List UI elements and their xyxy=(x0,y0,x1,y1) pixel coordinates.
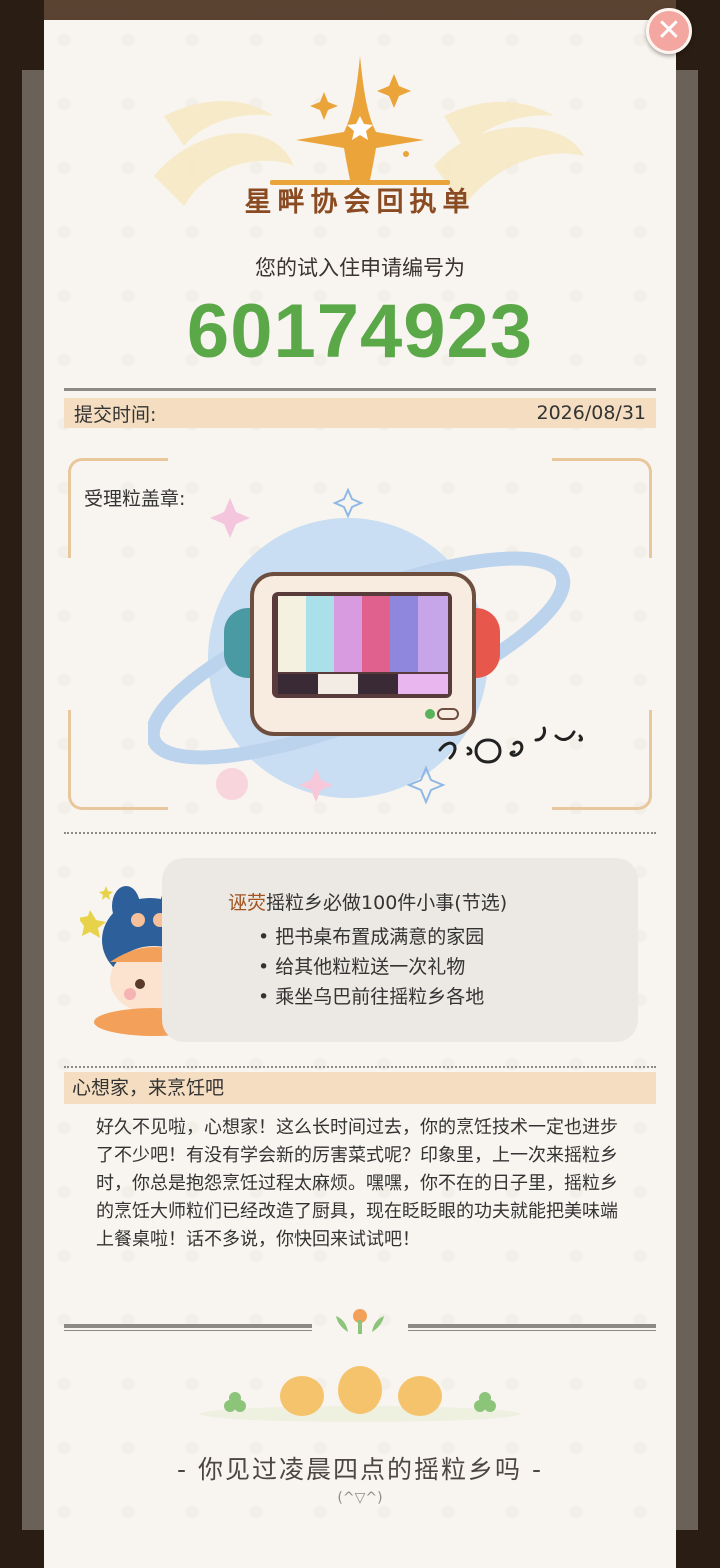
submit-time-value: 2026/08/31 xyxy=(536,402,646,424)
close-button[interactable]: ✕ xyxy=(646,8,692,54)
stamp-area: 受理粒盖章: xyxy=(68,458,652,810)
application-number: 60174923 xyxy=(186,289,534,374)
submit-time-row: 提交时间: 2026/08/31 xyxy=(64,398,656,428)
backdrop-wall-right xyxy=(676,70,698,1530)
tips-card: 诬荧摇粒乡必做100件小事(节选) • 把书桌布置成满意的家园 • 给其他粒粒送… xyxy=(162,858,638,1042)
receipt-paper: 星畔协会回执单 您的试入住申请编号为 60174923 提交时间: 2026/0… xyxy=(44,20,676,1568)
list-item: • 乘坐乌巴前往摇粒乡各地 xyxy=(258,986,485,1008)
list-item: • 给其他粒粒送一次礼物 xyxy=(258,956,466,978)
logo-title: 星畔协会回执单 xyxy=(244,187,476,218)
critters-icon xyxy=(280,1366,442,1416)
decorative-divider xyxy=(64,1309,656,1422)
footer-tagline: - 你见过凌晨四点的摇粒乡吗 - xyxy=(177,1455,543,1484)
tv-planet-stamp-icon xyxy=(148,487,583,805)
tips-list: • 把书桌布置成满意的家园 • 给其他粒粒送一次礼物 • 乘坐乌巴前往摇粒乡各地 xyxy=(258,922,484,1012)
application-subtitle: 您的试入住申请编号为 xyxy=(255,256,465,280)
dotted-divider xyxy=(64,1066,656,1068)
submit-time-label: 提交时间: xyxy=(74,403,157,426)
list-item: • 把书桌布置成满意的家园 xyxy=(258,926,485,948)
divider-top xyxy=(64,388,656,391)
letter-heading: 心想家，来烹饪吧 xyxy=(64,1072,656,1104)
footer-kaomoji: (^▽^) xyxy=(337,1490,383,1506)
tips-title-accent: 诬荧 xyxy=(228,892,267,914)
sprout-icon xyxy=(336,1309,384,1334)
dotted-divider xyxy=(64,832,656,834)
tips-title: 诬荧摇粒乡必做100件小事(节选) xyxy=(228,888,507,915)
letter-body: 好久不见啦，心想家！这么长时间过去，你的烹饪技术一定也进步了不少吧！有没有学会新… xyxy=(96,1117,618,1250)
tips-title-text: 摇粒乡必做100件小事(节选) xyxy=(266,892,508,914)
backdrop-wall-left xyxy=(22,70,44,1530)
close-icon: ✕ xyxy=(656,13,682,48)
